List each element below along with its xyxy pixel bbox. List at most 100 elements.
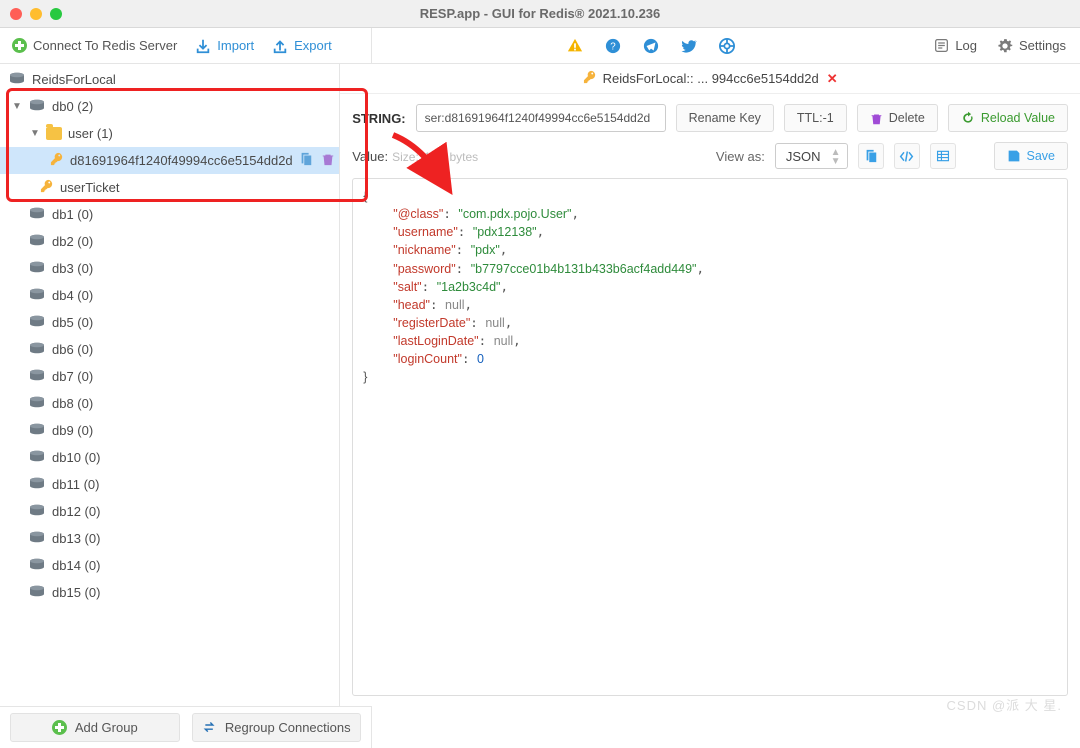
export-label: Export (294, 38, 332, 53)
database-icon (28, 288, 46, 303)
main-panel: ReidsForLocal:: ... 994cc6e5154dd2d ✕ ST… (340, 64, 1080, 706)
db-label: db2 (0) (52, 234, 93, 249)
add-group-button[interactable]: Add Group (10, 713, 180, 742)
plus-icon (12, 38, 27, 53)
import-icon (195, 38, 211, 54)
log-button[interactable]: Log (933, 38, 977, 54)
connection-row[interactable]: ReidsForLocal (0, 66, 339, 93)
database-icon (28, 477, 46, 492)
code-view-button[interactable] (894, 143, 920, 169)
db-row[interactable]: db11 (0) (0, 471, 339, 498)
chevron-down-icon[interactable]: ▼ (30, 128, 40, 139)
log-label: Log (955, 38, 977, 53)
json-viewer[interactable]: { "@class": "com.pdx.pojo.User", "userna… (352, 178, 1068, 696)
db-label: db5 (0) (52, 315, 93, 330)
warning-icon[interactable] (566, 37, 584, 55)
reload-label: Reload Value (981, 111, 1055, 125)
db-row[interactable]: db14 (0) (0, 552, 339, 579)
sidebar-bottom-buttons: Add Group Regroup Connections (0, 706, 372, 748)
db-label: db10 (0) (52, 450, 100, 465)
db-label: db13 (0) (52, 531, 100, 546)
connection-name: ReidsForLocal (32, 72, 116, 87)
settings-button[interactable]: Settings (997, 38, 1066, 54)
db-row[interactable]: db12 (0) (0, 498, 339, 525)
main-toolbar: Connect To Redis Server Import Export Lo… (0, 28, 1080, 64)
key-label: d81691964f1240f49994cc6e5154dd2d (70, 153, 293, 168)
database-icon (28, 342, 46, 357)
copy-value-button[interactable] (858, 143, 884, 169)
key-row-userTicket[interactable]: userTicket (0, 174, 339, 201)
rename-key-button[interactable]: Rename Key (676, 104, 774, 132)
database-icon (28, 450, 46, 465)
export-button[interactable]: Export (272, 38, 332, 54)
connection-tree[interactable]: ReidsForLocal ▼ db0 (2) ▼ user (1) d8169… (0, 64, 340, 706)
key-name-input[interactable] (416, 104, 666, 132)
db-row[interactable]: db15 (0) (0, 579, 339, 606)
db-row[interactable]: db10 (0) (0, 444, 339, 471)
db-row[interactable]: db9 (0) (0, 417, 339, 444)
tab-label: ReidsForLocal:: ... 994cc6e5154dd2d (603, 71, 819, 86)
database-icon (28, 315, 46, 330)
folder-user-row[interactable]: ▼ user (1) (0, 120, 339, 147)
import-label: Import (217, 38, 254, 53)
view-as-label: View as: (716, 149, 765, 164)
regroup-label: Regroup Connections (225, 720, 351, 735)
db-row[interactable]: db5 (0) (0, 309, 339, 336)
database-icon (28, 207, 46, 222)
view-format-select[interactable]: JSON ▲▼ (775, 143, 848, 169)
db-label: db11 (0) (52, 477, 99, 492)
folder-user-label: user (1) (68, 126, 113, 141)
database-icon (28, 585, 46, 600)
database-icon (28, 504, 46, 519)
reload-value-button[interactable]: Reload Value (948, 104, 1068, 132)
db-row[interactable]: db3 (0) (0, 255, 339, 282)
db-row[interactable]: db8 (0) (0, 390, 339, 417)
value-size: Size: 196 bytes (392, 150, 478, 164)
db-label: db8 (0) (52, 396, 93, 411)
telegram-icon[interactable] (642, 37, 660, 55)
connect-label: Connect To Redis Server (33, 38, 177, 53)
delete-button[interactable]: Delete (857, 104, 938, 132)
db-row[interactable]: db2 (0) (0, 228, 339, 255)
value-label: Value: (352, 149, 388, 164)
twitter-icon[interactable] (680, 37, 698, 55)
connect-button[interactable]: Connect To Redis Server (12, 38, 177, 53)
db-row[interactable]: db13 (0) (0, 525, 339, 552)
db0-row[interactable]: ▼ db0 (2) (0, 93, 339, 120)
database-icon (28, 558, 46, 573)
database-icon (28, 261, 46, 276)
db-row[interactable]: db6 (0) (0, 336, 339, 363)
folder-icon (46, 127, 62, 140)
db-row[interactable]: db4 (0) (0, 282, 339, 309)
toolbar-quick-icons (386, 37, 736, 55)
watermark-text: CSDN @派 大 星. (947, 695, 1062, 714)
db-label: db7 (0) (52, 369, 93, 384)
db-row[interactable]: db7 (0) (0, 363, 339, 390)
db0-label: db0 (2) (52, 99, 93, 114)
key-controls: STRING: Rename Key TTL:-1 Delete Reload … (340, 94, 1080, 138)
database-icon (28, 423, 46, 438)
key-label: userTicket (60, 180, 119, 195)
close-tab-icon[interactable]: ✕ (827, 71, 838, 87)
database-icon (28, 99, 46, 114)
delete-label: Delete (889, 111, 925, 125)
delete-key-icon[interactable] (321, 152, 335, 169)
database-icon (28, 234, 46, 249)
db-label: db9 (0) (52, 423, 93, 438)
database-icon (28, 531, 46, 546)
import-button[interactable]: Import (195, 38, 254, 54)
gear-icon (997, 38, 1013, 54)
regroup-connections-button[interactable]: Regroup Connections (192, 713, 362, 742)
copy-key-icon[interactable] (299, 152, 313, 169)
db-row[interactable]: db1 (0) (0, 201, 339, 228)
chevron-down-icon[interactable]: ▼ (12, 101, 22, 112)
key-row-selected[interactable]: d81691964f1240f49994cc6e5154dd2d (0, 147, 339, 174)
table-view-button[interactable] (930, 143, 956, 169)
save-button[interactable]: Save (994, 142, 1069, 170)
lifebuoy-icon[interactable] (718, 37, 736, 55)
active-tab[interactable]: ReidsForLocal:: ... 994cc6e5154dd2d (583, 70, 819, 87)
ttl-button[interactable]: TTL:-1 (784, 104, 847, 132)
help-icon[interactable] (604, 37, 622, 55)
key-icon (50, 152, 64, 169)
toolbar-left: Connect To Redis Server Import Export (0, 28, 372, 63)
